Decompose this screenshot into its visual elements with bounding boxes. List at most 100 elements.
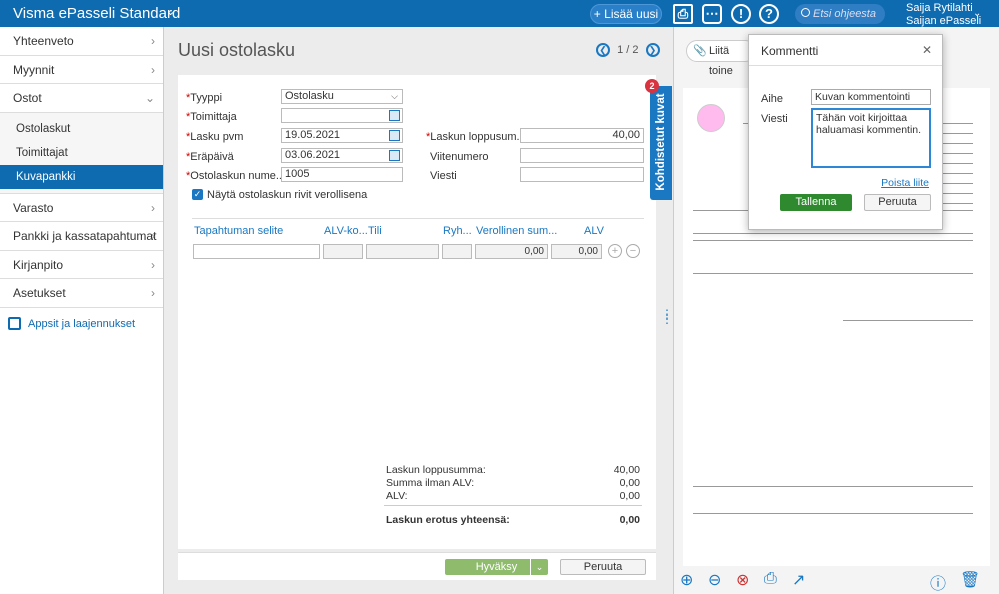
chevron-down-icon[interactable]: ⌄: [973, 8, 981, 19]
subject-input[interactable]: Kuvan kommentointi: [811, 89, 931, 105]
chevron-right-icon: ›: [151, 200, 155, 215]
apps-label: Appsit ja laajennukset: [28, 317, 136, 330]
attach-label: Liitä toine: [709, 45, 733, 77]
vat-amount-input[interactable]: 0,00: [551, 244, 602, 259]
total-input[interactable]: 40,00: [520, 128, 644, 143]
add-row-icon[interactable]: +: [608, 244, 622, 258]
summary-label: Laskun erotus yhteensä:: [386, 514, 510, 526]
pager: ❮ 1 / 2 ❯: [596, 43, 660, 57]
cancel-button[interactable]: Peruuta: [560, 559, 646, 575]
chevron-down-icon[interactable]: ⌄: [166, 5, 175, 18]
remove-row-icon[interactable]: −: [626, 244, 640, 258]
message-input[interactable]: [520, 167, 644, 182]
brand-title[interactable]: Visma ePasseli Standard: [13, 5, 180, 22]
summary-value: 0,00: [619, 477, 640, 489]
zoom-out-icon[interactable]: ⊖: [708, 570, 721, 590]
sidebar-item-label: Yhteenveto: [13, 34, 74, 48]
supplier-lookup-icon[interactable]: [389, 110, 400, 121]
divider: [384, 505, 642, 506]
column-header-account[interactable]: Tili: [368, 225, 382, 237]
sidebar-item-varasto[interactable]: Varasto ›: [0, 194, 163, 222]
account-select[interactable]: [366, 244, 439, 259]
supplier-input[interactable]: [281, 108, 403, 123]
supplier-label: *Toimittaja: [186, 111, 237, 123]
attach-button[interactable]: 📎 Liitä toine: [686, 40, 756, 77]
info-icon[interactable]: ⓘ: [930, 570, 946, 594]
subject-label: Aihe: [761, 93, 784, 105]
sidebar-item-myynnit[interactable]: Myynnit ›: [0, 56, 163, 84]
sidebar-item-kuvapankki[interactable]: Kuvapankki: [0, 164, 163, 189]
print-icon[interactable]: ⎙: [764, 570, 777, 588]
invoice-number-input[interactable]: 1005: [281, 167, 403, 182]
total-label: *Laskun loppusum...: [426, 131, 526, 143]
divider: [749, 65, 942, 66]
sidebar-item-kirjanpito[interactable]: Kirjanpito ›: [0, 251, 163, 279]
column-header-description[interactable]: Tapahtuman selite: [194, 225, 283, 237]
group-select[interactable]: [442, 244, 472, 259]
zoom-in-icon[interactable]: ⊕: [680, 570, 693, 590]
invoice-date-input[interactable]: 19.05.2021: [281, 128, 403, 143]
chevron-down-icon: ⌄: [144, 91, 155, 105]
column-header-vat[interactable]: ALV: [584, 225, 604, 237]
chevron-down-icon[interactable]: ⌄: [530, 559, 548, 575]
zoom-reset-icon[interactable]: ⊗: [736, 570, 749, 590]
sidebar-item-asetukset[interactable]: Asetukset ›: [0, 279, 163, 308]
help-icon[interactable]: ?: [759, 4, 779, 24]
print-icon[interactable]: ⎙: [673, 4, 693, 24]
column-header-vat-code[interactable]: ALV-ko...: [324, 225, 368, 237]
top-bar: Visma ePasseli Standard ⌄ + Lisää uusi ⎙…: [0, 0, 999, 27]
column-header-group[interactable]: Ryh...: [443, 225, 472, 237]
trash-icon[interactable]: 🗑: [960, 570, 980, 590]
remove-attachment-link[interactable]: Poista liite: [881, 177, 929, 189]
chevron-right-icon: ›: [151, 62, 155, 77]
drag-handle-icon[interactable]: ⋮ ⋮: [661, 308, 673, 325]
next-arrow-icon[interactable]: ❯: [645, 43, 660, 57]
show-tax-checkbox[interactable]: ✓: [192, 189, 203, 200]
sidebar-item-yhteenveto[interactable]: Yhteenveto ›: [0, 27, 163, 56]
save-button[interactable]: Tallenna: [780, 194, 852, 211]
previous-arrow-icon[interactable]: ❮: [596, 43, 610, 57]
reference-input[interactable]: [520, 148, 644, 163]
add-new-button[interactable]: + Lisää uusi: [590, 4, 662, 24]
chevron-right-icon: ›: [151, 286, 155, 300]
sidebar-item-toimittajat[interactable]: Toimittajat: [0, 140, 163, 165]
sidebar-item-ostot[interactable]: Ostot ⌄: [0, 84, 163, 113]
summary-label: ALV:: [386, 490, 408, 502]
logo-image: [697, 104, 725, 132]
message-label: Viesti: [430, 170, 457, 182]
summary-label: Summa ilman ALV:: [386, 477, 475, 489]
shopping-bag-icon: [8, 316, 21, 330]
dialog-title: Kommentti: [761, 44, 819, 58]
alert-icon[interactable]: !: [731, 4, 751, 24]
cancel-button[interactable]: Peruuta: [864, 194, 931, 211]
sidebar-item-pankki[interactable]: Pankki ja kassatapahtumat ›: [0, 222, 163, 251]
close-icon[interactable]: ✕: [922, 43, 932, 57]
column-header-gross-amount[interactable]: Verollinen sum...: [476, 225, 557, 237]
open-external-icon[interactable]: ↗: [792, 570, 805, 590]
summary-value: 40,00: [613, 464, 640, 476]
user-menu[interactable]: Saija Rytilahti Saijan ePasseli: [906, 3, 981, 27]
due-date-input[interactable]: 03.06.2021: [281, 148, 403, 163]
invoice-date-value: 19.05.2021: [285, 129, 341, 141]
attached-images-tab[interactable]: Kohdistetut kuvat: [650, 86, 672, 200]
sidebar-item-label: Myynnit: [13, 62, 55, 77]
vat-code-select[interactable]: [323, 244, 363, 259]
sidebar-item-label: Ostot: [13, 91, 42, 105]
type-select[interactable]: Ostolasku ⌵: [281, 89, 403, 104]
chat-icon[interactable]: ⋯: [702, 4, 722, 24]
add-new-label: Lisää uusi: [604, 7, 659, 21]
due-date-label: *Eräpäivä: [186, 151, 234, 163]
message-textarea[interactable]: Tähän voit kirjoittaa haluamasi kommenti…: [811, 108, 931, 168]
reference-label: Viitenumero: [430, 151, 489, 163]
calendar-icon[interactable]: [389, 130, 400, 141]
chevron-down-icon: ⌵: [391, 91, 398, 101]
sidebar-item-label: Varasto: [13, 200, 54, 215]
description-input[interactable]: [193, 244, 320, 259]
calendar-icon[interactable]: [389, 150, 400, 161]
type-label: *Tyyppi: [186, 92, 223, 104]
sidebar: Yhteenveto › Myynnit › Ostot ⌄ Ostolaskut T…: [0, 27, 164, 594]
sidebar-item-ostolaskut[interactable]: Ostolaskut: [0, 116, 163, 141]
sidebar-item-apps[interactable]: Appsit ja laajennukset: [0, 308, 163, 340]
due-date-value: 03.06.2021: [285, 149, 341, 161]
gross-amount-input[interactable]: 0,00: [475, 244, 548, 259]
